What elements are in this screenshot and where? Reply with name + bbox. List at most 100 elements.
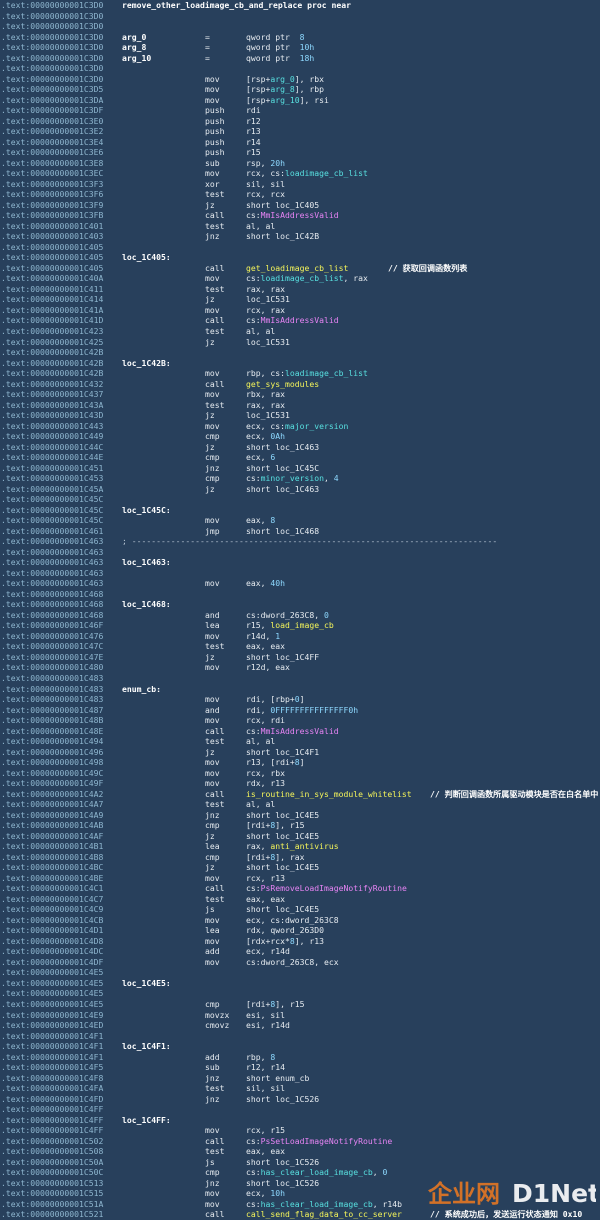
code-label[interactable]: loc_1C463: xyxy=(122,557,171,568)
listing-line[interactable]: .text:00000000001C4FA test sil, sil xyxy=(0,1083,600,1094)
listing-line[interactable]: .text:00000000001C483 xyxy=(0,673,600,684)
listing-line[interactable]: .text:00000000001C4BC jz short loc_1C4E5 xyxy=(0,862,600,873)
listing-line[interactable]: .text:00000000001C4B1 lea rax, anti_antivi… xyxy=(0,841,600,852)
listing-line[interactable]: .text:00000000001C4F1 add rbp, 8 xyxy=(0,1052,600,1063)
listing-line[interactable]: .text:00000000001C405 call get_loadimage_c… xyxy=(0,263,600,274)
listing-line[interactable]: .text:00000000001C483 mov rdi, [rbp+0] xyxy=(0,694,600,705)
listing-line[interactable]: .text:00000000001C46F lea r15, load_image_… xyxy=(0,620,600,631)
listing-line[interactable]: .text:00000000001C3DF push rdi xyxy=(0,105,600,116)
listing-line[interactable]: .text:00000000001C3F6 test rcx, rcx xyxy=(0,189,600,200)
listing-line[interactable]: .text:00000000001C4C7 test eax, eax xyxy=(0,894,600,905)
api-import-ref[interactable]: PsRemoveLoadImageNotifyRoutine xyxy=(261,883,407,893)
listing-line[interactable]: .text:00000000001C41D call cs:MmIsAddressV… xyxy=(0,315,600,326)
listing-line[interactable]: .text:00000000001C4FF loc_1C4FF: xyxy=(0,1115,600,1126)
listing-line[interactable]: .text:00000000001C3D5 mov [rsp+arg_8], rbp xyxy=(0,84,600,95)
listing-line[interactable]: .text:00000000001C43A test rax, rax xyxy=(0,400,600,411)
listing-line[interactable]: .text:00000000001C487 and rdi, 0FFFFFFFFFF… xyxy=(0,705,600,716)
listing-line[interactable]: .text:00000000001C4E5 loc_1C4E5: xyxy=(0,978,600,989)
code-label[interactable]: loc_1C42B: xyxy=(122,358,171,369)
listing-line[interactable]: .text:00000000001C461 jmp short loc_1C468 xyxy=(0,526,600,537)
function-ref[interactable]: is_routine_in_sys_module_whitelist xyxy=(246,789,412,799)
listing-line[interactable]: .text:00000000001C403 jnz short loc_1C42B xyxy=(0,231,600,242)
code-label[interactable]: arg_8 xyxy=(122,42,146,53)
listing-line[interactable]: .text:00000000001C4AF jz short loc_1C4E5 xyxy=(0,831,600,842)
listing-line[interactable]: .text:00000000001C3E0 push r12 xyxy=(0,116,600,127)
listing-line[interactable]: .text:00000000001C44C jz short loc_1C463 xyxy=(0,442,600,453)
listing-line[interactable]: .text:00000000001C3FB call cs:MmIsAddressV… xyxy=(0,210,600,221)
listing-line[interactable]: .text:00000000001C480 mov r12d, eax xyxy=(0,662,600,673)
code-label[interactable]: arg_0 xyxy=(122,32,146,43)
listing-line[interactable]: .text:00000000001C3D0 remove_other_loadim… xyxy=(0,0,600,11)
listing-line[interactable]: .text:00000000001C502 call cs:PsSetLoadIma… xyxy=(0,1136,600,1147)
listing-line[interactable]: .text:00000000001C483 enum_cb: xyxy=(0,684,600,695)
function-ref[interactable]: anti_antivirus xyxy=(270,841,338,851)
code-label[interactable]: loc_1C4E5: xyxy=(122,978,171,989)
listing-line[interactable]: .text:00000000001C4B8 cmp [rdi+8], rax xyxy=(0,852,600,863)
api-import-ref[interactable]: MmIsAddressValid xyxy=(261,726,339,736)
api-import-ref[interactable]: MmIsAddressValid xyxy=(261,315,339,325)
listing-line[interactable]: .text:00000000001C45C mov eax, 8 xyxy=(0,515,600,526)
listing-line[interactable]: .text:00000000001C423 test al, al xyxy=(0,326,600,337)
listing-line[interactable]: .text:00000000001C4C1 call cs:PsRemoveLoad… xyxy=(0,883,600,894)
variable-ref[interactable]: loadimage_cb_list xyxy=(261,273,344,283)
listing-line[interactable]: .text:00000000001C45C xyxy=(0,494,600,505)
code-label[interactable]: loc_1C4F1: xyxy=(122,1041,171,1052)
listing-line[interactable]: .text:00000000001C498 mov r13, [rdi+8] xyxy=(0,757,600,768)
listing-line[interactable]: .text:00000000001C494 test al, al xyxy=(0,736,600,747)
listing-line[interactable]: .text:00000000001C48E call cs:MmIsAddressV… xyxy=(0,726,600,737)
listing-line[interactable]: .text:00000000001C50A js short loc_1C526 xyxy=(0,1157,600,1168)
code-label[interactable]: loc_1C45C: xyxy=(122,505,171,516)
variable-ref[interactable]: loadimage_cb_list xyxy=(285,168,368,178)
listing-line[interactable]: .text:00000000001C432 call get_sys_modules xyxy=(0,379,600,390)
listing-line[interactable]: .text:00000000001C43D jz loc_1C531 xyxy=(0,410,600,421)
listing-line[interactable]: .text:00000000001C4E5 xyxy=(0,967,600,978)
listing-line[interactable]: .text:00000000001C3E6 push r15 xyxy=(0,147,600,158)
function-ref[interactable]: get_sys_modules xyxy=(246,379,319,389)
listing-line[interactable]: .text:00000000001C3D0 arg_8 = qword ptr 10h xyxy=(0,42,600,53)
variable-ref[interactable]: arg_0 xyxy=(270,74,294,84)
listing-line[interactable]: .text:00000000001C3D0 xyxy=(0,11,600,22)
listing-line[interactable]: .text:00000000001C4F1 loc_1C4F1: xyxy=(0,1041,600,1052)
api-import-ref[interactable]: PsSetLoadImageNotifyRoutine xyxy=(261,1136,393,1146)
listing-line[interactable]: .text:00000000001C4A9 jnz short loc_1C4E5 xyxy=(0,810,600,821)
variable-ref[interactable]: has_clear_load_image_cb xyxy=(261,1199,373,1209)
variable-ref[interactable]: arg_8 xyxy=(270,84,294,94)
code-label[interactable]: enum_cb: xyxy=(122,684,161,695)
listing-line[interactable]: .text:00000000001C4F8 jnz short enum_cb xyxy=(0,1073,600,1084)
listing-line[interactable]: .text:00000000001C453 cmp cs:minor_version… xyxy=(0,473,600,484)
listing-line[interactable]: .text:00000000001C3E2 push r13 xyxy=(0,126,600,137)
listing-line[interactable]: .text:00000000001C411 test rax, rax xyxy=(0,284,600,295)
listing-line[interactable]: .text:00000000001C476 mov r14d, 1 xyxy=(0,631,600,642)
listing-line[interactable]: .text:00000000001C463 loc_1C463: xyxy=(0,557,600,568)
listing-line[interactable]: .text:00000000001C3F9 jz short loc_1C405 xyxy=(0,200,600,211)
listing-line[interactable]: .text:00000000001C3E8 sub rsp, 20h xyxy=(0,158,600,169)
listing-line[interactable]: .text:00000000001C4FF mov rcx, r15 xyxy=(0,1125,600,1136)
listing-line[interactable]: .text:00000000001C41A mov rcx, rax xyxy=(0,305,600,316)
code-label[interactable]: remove_other_loadimage_cb_and_replace pr… xyxy=(122,0,351,11)
listing-line[interactable]: .text:00000000001C45C loc_1C45C: xyxy=(0,505,600,516)
listing-line[interactable]: .text:00000000001C425 jz loc_1C531 xyxy=(0,337,600,348)
listing-line[interactable]: .text:00000000001C414 jz loc_1C531 xyxy=(0,294,600,305)
listing-line[interactable]: .text:00000000001C508 test eax, eax xyxy=(0,1146,600,1157)
variable-ref[interactable]: minor_version xyxy=(261,473,324,483)
listing-line[interactable]: .text:00000000001C405 loc_1C405: xyxy=(0,252,600,263)
listing-line[interactable]: .text:00000000001C47E jz short loc_1C4FF xyxy=(0,652,600,663)
variable-ref[interactable]: loadimage_cb_list xyxy=(285,368,368,378)
listing-line[interactable]: .text:00000000001C4A2 call is_routine_in_s… xyxy=(0,789,600,800)
listing-line[interactable]: .text:00000000001C44E cmp ecx, 6 xyxy=(0,452,600,463)
listing-line[interactable]: .text:00000000001C449 cmp ecx, 0Ah xyxy=(0,431,600,442)
listing-line[interactable]: .text:00000000001C3D0 mov [rsp+arg_0], rbx xyxy=(0,74,600,85)
listing-line[interactable]: .text:00000000001C4DF mov cs:dword_263C8, … xyxy=(0,957,600,968)
listing-line[interactable]: .text:00000000001C468 and cs:dword_263C8, … xyxy=(0,610,600,621)
listing-line[interactable]: .text:00000000001C4FF xyxy=(0,1104,600,1115)
listing-line[interactable]: .text:00000000001C4FD jnz short loc_1C526 xyxy=(0,1094,600,1105)
listing-line[interactable]: .text:00000000001C3D0 arg_10 = qword ptr 18… xyxy=(0,53,600,64)
listing-line[interactable]: .text:00000000001C463 ; -----------------… xyxy=(0,536,600,547)
listing-line[interactable]: .text:00000000001C463 xyxy=(0,547,600,558)
listing-line[interactable]: .text:00000000001C496 jz short loc_1C4F1 xyxy=(0,747,600,758)
code-label[interactable]: arg_10 xyxy=(122,53,151,64)
listing-line[interactable]: .text:00000000001C4E5 xyxy=(0,988,600,999)
listing-line[interactable]: .text:00000000001C49F mov rdx, r13 xyxy=(0,778,600,789)
listing-line[interactable]: .text:00000000001C405 xyxy=(0,242,600,253)
listing-line[interactable]: .text:00000000001C451 jnz short loc_1C45C xyxy=(0,463,600,474)
